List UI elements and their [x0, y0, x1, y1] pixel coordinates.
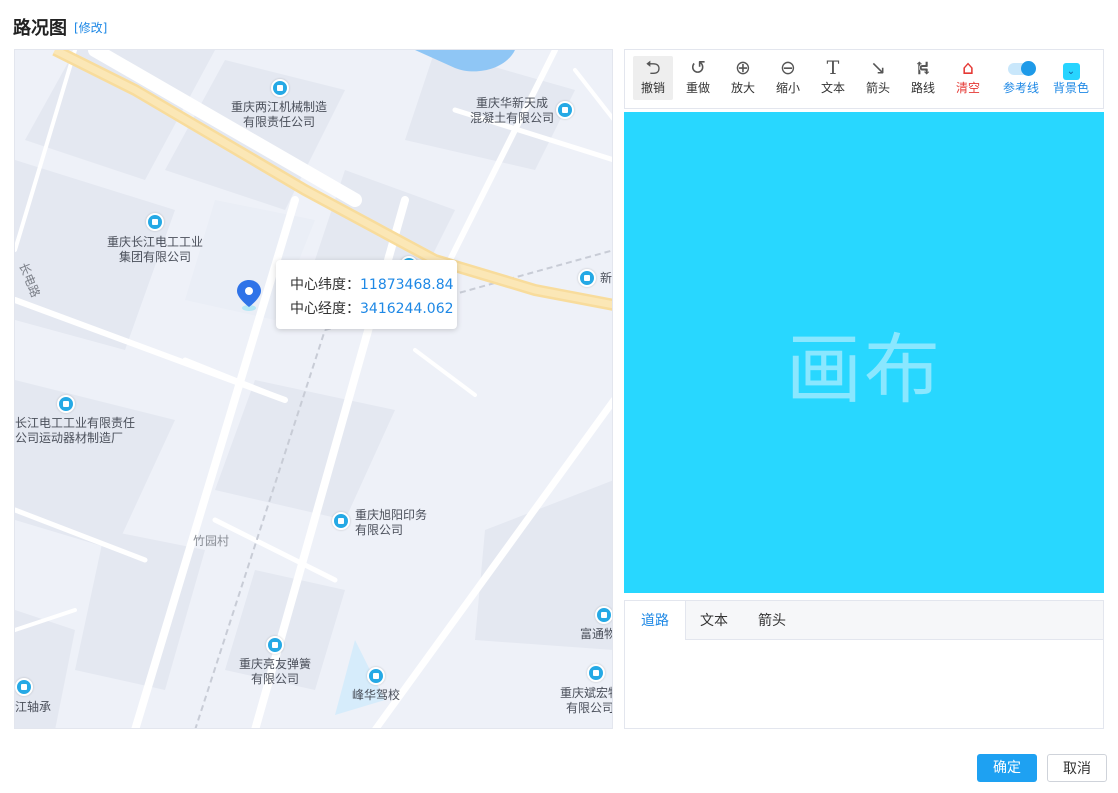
- map-view[interactable]: 重庆两江机械制造 有限责任公司 重庆华新天成 混凝土有限公司 重庆长江电工工业 集团有…: [14, 49, 613, 729]
- poi-label[interactable]: 重庆两江机械制造 有限责任公司: [231, 100, 327, 130]
- poi-label[interactable]: 重庆华新天成 混凝土有限公司: [470, 96, 554, 126]
- clear-icon: ⌂: [961, 57, 975, 79]
- poi-icon: [15, 678, 33, 696]
- redo-icon: ↺: [690, 57, 706, 79]
- text-icon: T: [826, 57, 840, 79]
- location-pin-icon[interactable]: [236, 279, 262, 311]
- center-coordinates-tooltip: 中心纬度：11873468.84 中心经度：3416244.062: [276, 260, 457, 329]
- poi-label[interactable]: 重庆旭阳印务 有限公司: [355, 508, 427, 538]
- text-tool-button[interactable]: T 文本: [813, 56, 853, 100]
- lat-value: 11873468.84: [360, 277, 454, 293]
- poi-icon: [595, 606, 612, 624]
- poi-icon: [578, 269, 596, 287]
- guide-lines-toggle[interactable]: 参考线: [999, 56, 1043, 100]
- poi-label[interactable]: 峰华驾校: [352, 688, 400, 703]
- page-title: 路况图: [13, 18, 67, 39]
- background-color-button[interactable]: ⌄ 背景色: [1049, 56, 1093, 100]
- poi-icon: [266, 636, 284, 654]
- tab-arrow[interactable]: 箭头: [743, 601, 801, 639]
- lat-label: 中心纬度：: [290, 277, 360, 293]
- edit-link[interactable]: [修改]: [74, 19, 107, 36]
- tab-bar: 道路 文本 箭头: [625, 601, 1103, 640]
- tab-road[interactable]: 道路: [625, 601, 686, 640]
- poi-label[interactable]: 重庆长江电工工业 集团有限公司: [107, 235, 203, 265]
- zoom-in-icon: ⊕: [735, 57, 751, 79]
- toggle-icon: [999, 56, 1043, 80]
- editor-toolbar: ⮌ 撤销 ↺ 重做 ⊕ 放大 ⊖ 缩小 T 文本 ↘ 箭头 ⛕ 路线 ⌂ 清空: [624, 49, 1104, 109]
- village-label: 竹园村: [193, 534, 230, 548]
- clear-button[interactable]: ⌂ 清空: [948, 56, 988, 100]
- route-icon: ⛕: [915, 57, 931, 79]
- poi-label[interactable]: 富通物: [580, 627, 612, 642]
- arrow-tool-button[interactable]: ↘ 箭头: [858, 56, 898, 100]
- cancel-button[interactable]: 取消: [1047, 754, 1107, 782]
- confirm-button[interactable]: 确定: [977, 754, 1037, 782]
- poi-label[interactable]: 重庆亮友弹簧 有限公司: [239, 657, 311, 687]
- poi-icon: [146, 213, 164, 231]
- zoom-in-button[interactable]: ⊕ 放大: [723, 56, 763, 100]
- poi-label[interactable]: 重庆斌宏物有限公司: [560, 686, 612, 716]
- tab-text[interactable]: 文本: [686, 601, 742, 639]
- poi-icon: [57, 395, 75, 413]
- element-tabs: 道路 文本 箭头: [624, 600, 1104, 729]
- poi-label[interactable]: 江轴承: [15, 700, 51, 715]
- map-background: [15, 50, 612, 728]
- poi-icon: [556, 101, 574, 119]
- poi-icon: [332, 512, 350, 530]
- lng-label: 中心经度：: [290, 301, 360, 317]
- poi-icon: [587, 664, 605, 682]
- drawing-canvas[interactable]: 画布: [624, 112, 1104, 593]
- poi-label[interactable]: 新: [600, 271, 612, 286]
- redo-button[interactable]: ↺ 重做: [678, 56, 718, 100]
- poi-label[interactable]: 长江电工工业有限责任 公司运动器材制造厂: [15, 416, 135, 446]
- poi-icon: [271, 79, 289, 97]
- route-tool-button[interactable]: ⛕ 路线: [903, 56, 943, 100]
- color-picker-icon: ⌄: [1049, 56, 1093, 80]
- lng-value: 3416244.062: [360, 301, 454, 317]
- canvas-placeholder: 画布: [786, 325, 942, 414]
- drawing-editor: ⮌ 撤销 ↺ 重做 ⊕ 放大 ⊖ 缩小 T 文本 ↘ 箭头 ⛕ 路线 ⌂ 清空: [624, 49, 1104, 729]
- undo-icon: ⮌: [645, 57, 661, 79]
- zoom-out-button[interactable]: ⊖ 缩小: [768, 56, 808, 100]
- arrow-icon: ↘: [870, 57, 886, 79]
- zoom-out-icon: ⊖: [780, 57, 796, 79]
- poi-icon: [367, 667, 385, 685]
- undo-button[interactable]: ⮌ 撤销: [633, 56, 673, 100]
